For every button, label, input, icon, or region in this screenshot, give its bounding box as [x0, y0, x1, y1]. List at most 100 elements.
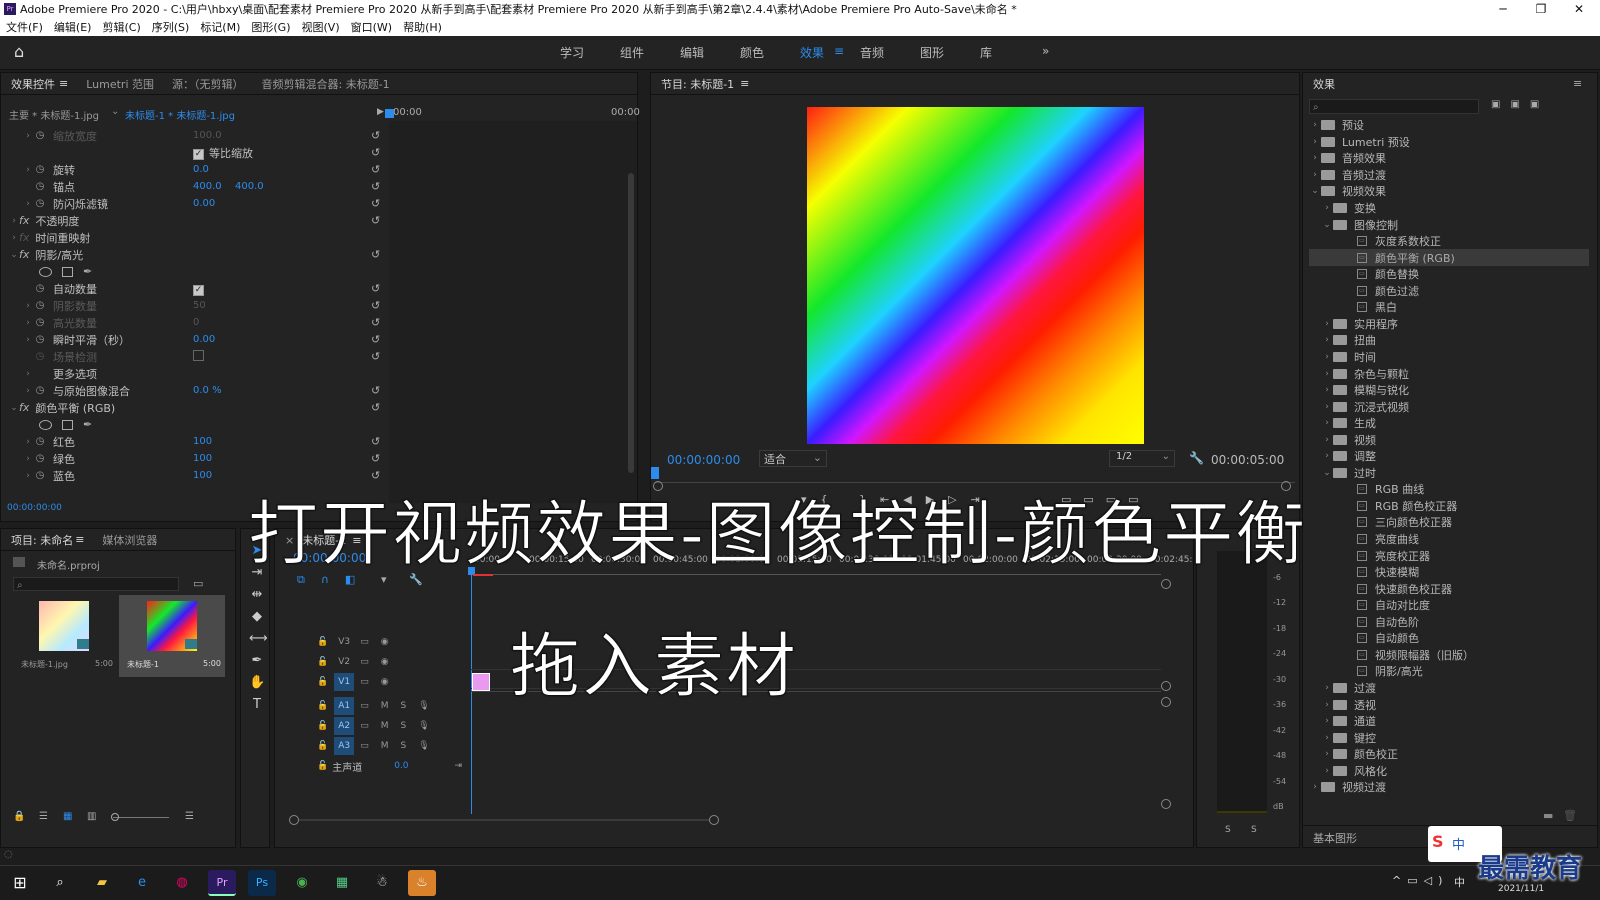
reset-icon[interactable]: ↺ [371, 452, 380, 465]
solo-button[interactable]: S [401, 701, 407, 711]
chrome-icon[interactable]: ◉ [288, 870, 316, 896]
effects-item[interactable]: ▭ 颜色替换 [1309, 266, 1589, 283]
effects-item[interactable]: ▭ 自动色阶 [1309, 614, 1589, 631]
expand-arrow-icon[interactable]: › [1309, 170, 1321, 180]
sort-icon[interactable]: ☰ [185, 811, 194, 822]
stopwatch-icon[interactable]: ◷ [33, 334, 47, 345]
menu-view[interactable]: 视图(V) [302, 19, 340, 35]
project-item[interactable]: 未标题-1.jpg 5:00 [11, 595, 117, 677]
lock-icon[interactable]: 🔓 [317, 701, 328, 711]
effects-item[interactable]: ▭ 颜色平衡 (RGB) [1309, 249, 1589, 266]
reset-icon[interactable]: ↺ [371, 401, 380, 414]
effects-folder-item[interactable]: › 实用程序 [1309, 316, 1589, 333]
workspace-more-button[interactable]: » [1042, 44, 1049, 58]
tray-icons[interactable]: ^▭◁) [1392, 874, 1448, 887]
expand-arrow-icon[interactable]: › [1309, 137, 1321, 147]
workspace-menu-icon[interactable]: ≡ [834, 44, 844, 58]
razor-tool-icon[interactable]: ◆ [249, 609, 265, 624]
solo-left-button[interactable]: S [1225, 825, 1231, 835]
sync-lock-icon[interactable]: ▭ [360, 657, 369, 667]
eye-icon[interactable]: ◉ [381, 637, 389, 647]
menu-help[interactable]: 帮助(H) [403, 19, 442, 35]
wrench-icon[interactable]: 🔧 [1189, 451, 1204, 465]
reset-icon[interactable]: ↺ [371, 180, 380, 193]
expand-arrow-icon[interactable]: › [23, 386, 33, 396]
new-bin-icon[interactable]: ▬ [1543, 809, 1553, 822]
ec-scrollbar[interactable] [628, 173, 634, 473]
lock-icon[interactable]: 🔓 [317, 721, 328, 731]
collapse-arrow-icon[interactable]: ⌄ [9, 403, 19, 413]
fx-icon[interactable]: fx [19, 214, 29, 227]
close-button[interactable]: ✕ [1560, 0, 1598, 18]
tab-project[interactable]: 项目: 未命名 [11, 532, 73, 548]
uniform-scale-checkbox[interactable]: ✓ [193, 148, 204, 160]
effects-panel-title[interactable]: 效果 [1313, 76, 1335, 92]
zoom-slider[interactable] [113, 817, 169, 818]
reset-icon[interactable]: ↺ [371, 435, 380, 448]
ec-playhead-handle[interactable] [385, 109, 394, 118]
effects-folder-item[interactable]: › 过渡 [1309, 680, 1589, 697]
expand-arrow-icon[interactable]: › [1321, 733, 1333, 743]
ripple-edit-tool-icon[interactable]: ⇹ [249, 587, 265, 602]
ellipse-mask-icon[interactable] [39, 266, 52, 277]
sync-lock-icon[interactable]: ▭ [360, 701, 369, 711]
effects-item[interactable]: ▭ 颜色过滤 [1309, 283, 1589, 300]
menu-file[interactable]: 文件(F) [6, 19, 43, 35]
hand-tool-icon[interactable]: ✋ [249, 675, 265, 690]
project-item-selected[interactable]: 未标题-1 5:00 [119, 595, 225, 677]
expand-arrow-icon[interactable]: › [1321, 700, 1333, 710]
clip-v1[interactable] [472, 673, 490, 691]
collapse-arrow-icon[interactable]: ⌄ [1309, 186, 1321, 196]
lock-icon[interactable]: 🔓 [317, 761, 328, 771]
master-volume[interactable]: 0.0 [394, 761, 408, 771]
tab-audio-clip-mixer[interactable]: 音频剪辑混合器: 未标题-1 [262, 76, 390, 92]
effects-folder-item[interactable]: ⌄ 图像控制 [1309, 216, 1589, 233]
a-scroll-handle-bottom[interactable] [1161, 799, 1171, 809]
effects-item[interactable]: ▭ 自动对比度 [1309, 597, 1589, 614]
tab-lumetri-scopes[interactable]: Lumetri 范围 [86, 76, 154, 92]
sync-lock-icon[interactable]: ▭ [360, 637, 369, 647]
workspace-audio[interactable]: 音频 [860, 44, 884, 61]
pen-mask-icon[interactable]: ✒ [83, 265, 92, 278]
expand-arrow-icon[interactable]: › [23, 437, 33, 447]
lock-icon[interactable]: 🔓 [317, 677, 328, 687]
expand-arrow-icon[interactable]: › [1309, 782, 1321, 792]
workspace-assembly[interactable]: 组件 [620, 44, 644, 61]
app2-icon[interactable]: ☃ [368, 870, 396, 896]
mic-icon[interactable]: 🎙 [418, 701, 429, 711]
ec-current-time[interactable]: 00:00:00:00 [7, 503, 62, 513]
freeform-view-icon[interactable]: ▥ [87, 811, 96, 822]
type-tool-icon[interactable]: T [249, 697, 265, 712]
scene-detect-checkbox[interactable] [193, 349, 204, 361]
collapse-arrow-icon[interactable]: ⌄ [1321, 468, 1333, 478]
expand-arrow-icon[interactable]: › [1321, 203, 1333, 213]
effects-item[interactable]: ▭ 阴影/高光 [1309, 663, 1589, 680]
panel-menu-icon[interactable]: ≡ [59, 77, 68, 90]
mute-button[interactable]: M [381, 701, 389, 711]
effects-filter-buttons[interactable]: ▣▣▣ [1491, 99, 1549, 110]
expand-arrow-icon[interactable]: › [1321, 683, 1333, 693]
panel-menu-icon[interactable]: ≡ [1573, 77, 1582, 90]
list-view-icon[interactable]: ☰ [39, 811, 48, 822]
effects-folder-item[interactable]: › 视频 [1309, 431, 1589, 448]
delete-icon[interactable]: 🗑 [1563, 809, 1577, 822]
windows-start-icon[interactable]: ⊞ [6, 870, 34, 896]
expand-arrow-icon[interactable]: › [1309, 153, 1321, 163]
effects-folder-item[interactable]: › Lumetri 预设 [1309, 134, 1589, 151]
h-scroll-handle-right[interactable] [709, 815, 719, 825]
reset-icon[interactable]: ↺ [371, 384, 380, 397]
effects-item[interactable]: ▭ 视频限幅器（旧版） [1309, 647, 1589, 664]
expand-arrow-icon[interactable]: › [23, 199, 33, 209]
eye-icon[interactable]: ◉ [381, 657, 389, 667]
a-scroll-handle-top[interactable] [1161, 697, 1171, 707]
panel-menu-icon[interactable]: ≡ [740, 77, 749, 90]
sync-lock-icon[interactable]: ▭ [360, 677, 369, 687]
sync-lock-icon[interactable]: ▭ [360, 721, 369, 731]
expand-arrow-icon[interactable]: › [1321, 749, 1333, 759]
expand-arrow-icon[interactable]: › [1321, 352, 1333, 362]
effects-folder-item[interactable]: › 变换 [1309, 200, 1589, 217]
new-bin-icon[interactable]: ▭ [193, 577, 203, 590]
app-icon[interactable]: ◍ [168, 870, 196, 896]
collapse-arrow-icon[interactable]: ⌄ [9, 250, 19, 260]
panel-menu-icon[interactable]: ≡ [75, 533, 84, 546]
